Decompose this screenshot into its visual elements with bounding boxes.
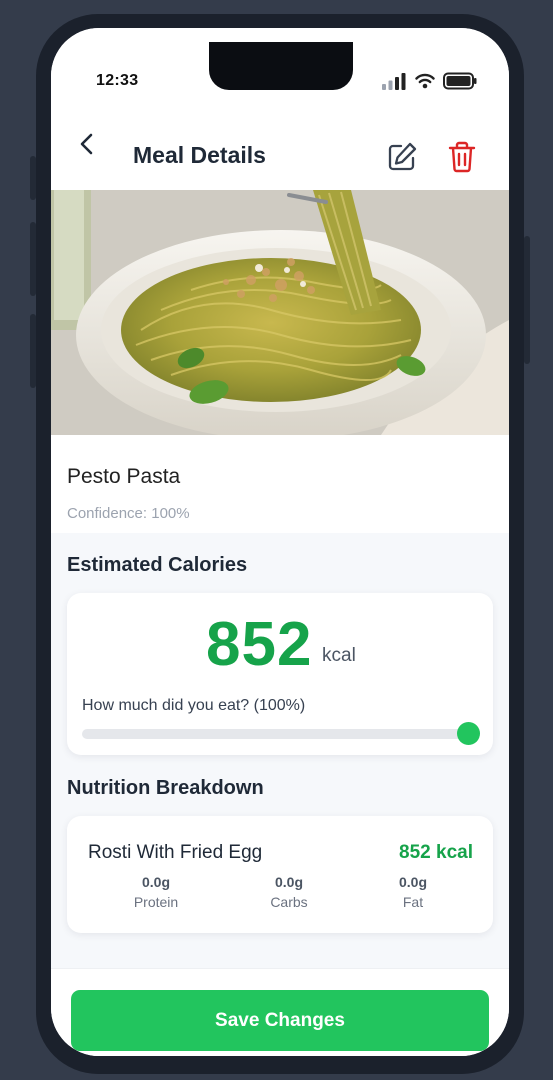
- camera-notch: [209, 54, 353, 90]
- macro-fat-value: 0.0g: [398, 874, 427, 890]
- chevron-left-icon: [80, 133, 93, 155]
- meal-info: Pesto Pasta Confidence: 100%: [51, 435, 509, 533]
- status-time: 12:33: [96, 72, 139, 89]
- status-bar: 12:33: [51, 28, 509, 100]
- portion-label: How much did you eat? (100%): [82, 697, 306, 714]
- confidence-label: Confidence: 100%: [67, 505, 190, 522]
- meal-name: Pesto Pasta: [67, 465, 181, 488]
- footer-bar: Save Changes: [51, 968, 509, 1056]
- delete-button[interactable]: [447, 140, 477, 174]
- nutrition-card: Rosti With Fried Egg 852 kcal 0.0g Prote…: [67, 816, 493, 933]
- calories-card: 852 kcal How much did you eat? (100%): [67, 593, 493, 755]
- volume-down-button: [30, 314, 36, 388]
- trash-icon: [448, 141, 476, 173]
- calorie-unit: kcal: [322, 645, 356, 666]
- edit-icon: [388, 142, 417, 171]
- calorie-value: 852: [206, 610, 313, 679]
- edit-button[interactable]: [385, 140, 419, 174]
- power-button: [524, 236, 530, 364]
- app-screen: 12:33 Meal Details Pesto Pasta Confidenc…: [51, 28, 509, 1056]
- battery-icon: [443, 72, 477, 90]
- app-header: Meal Details: [51, 100, 509, 190]
- nutrition-section-title: Nutrition Breakdown: [67, 777, 264, 799]
- calories-section-title: Estimated Calories: [67, 554, 248, 576]
- food-item-name: Rosti With Fried Egg: [88, 842, 263, 863]
- status-icons: [381, 72, 477, 90]
- wifi-icon: [415, 73, 435, 89]
- meal-photo: [51, 190, 509, 435]
- back-button[interactable]: [73, 128, 101, 160]
- macro-carbs-value: 0.0g: [274, 874, 303, 890]
- cellular-signal-icon: [382, 73, 406, 90]
- food-item-kcal: 852 kcal: [399, 842, 473, 863]
- macro-carbs: 0.0g Carbs: [244, 874, 334, 910]
- meal-photo-illustration: [51, 190, 509, 435]
- macro-fat: 0.0g Fat: [368, 874, 458, 910]
- volume-up-button: [30, 222, 36, 296]
- page-title: Meal Details: [133, 142, 266, 168]
- macro-fat-label: Fat: [402, 894, 424, 910]
- macro-carbs-label: Carbs: [270, 894, 308, 910]
- phone-frame: 12:33 Meal Details Pesto Pasta Confidenc…: [30, 14, 530, 1074]
- macro-protein-value: 0.0g: [141, 874, 170, 890]
- macro-protein: 0.0g Protein: [111, 874, 201, 910]
- macro-protein-label: Protein: [133, 894, 179, 910]
- portion-slider[interactable]: [82, 729, 474, 739]
- portion-slider-thumb[interactable]: [456, 722, 480, 745]
- save-changes-button[interactable]: Save Changes: [71, 990, 489, 1051]
- mute-switch: [30, 156, 36, 200]
